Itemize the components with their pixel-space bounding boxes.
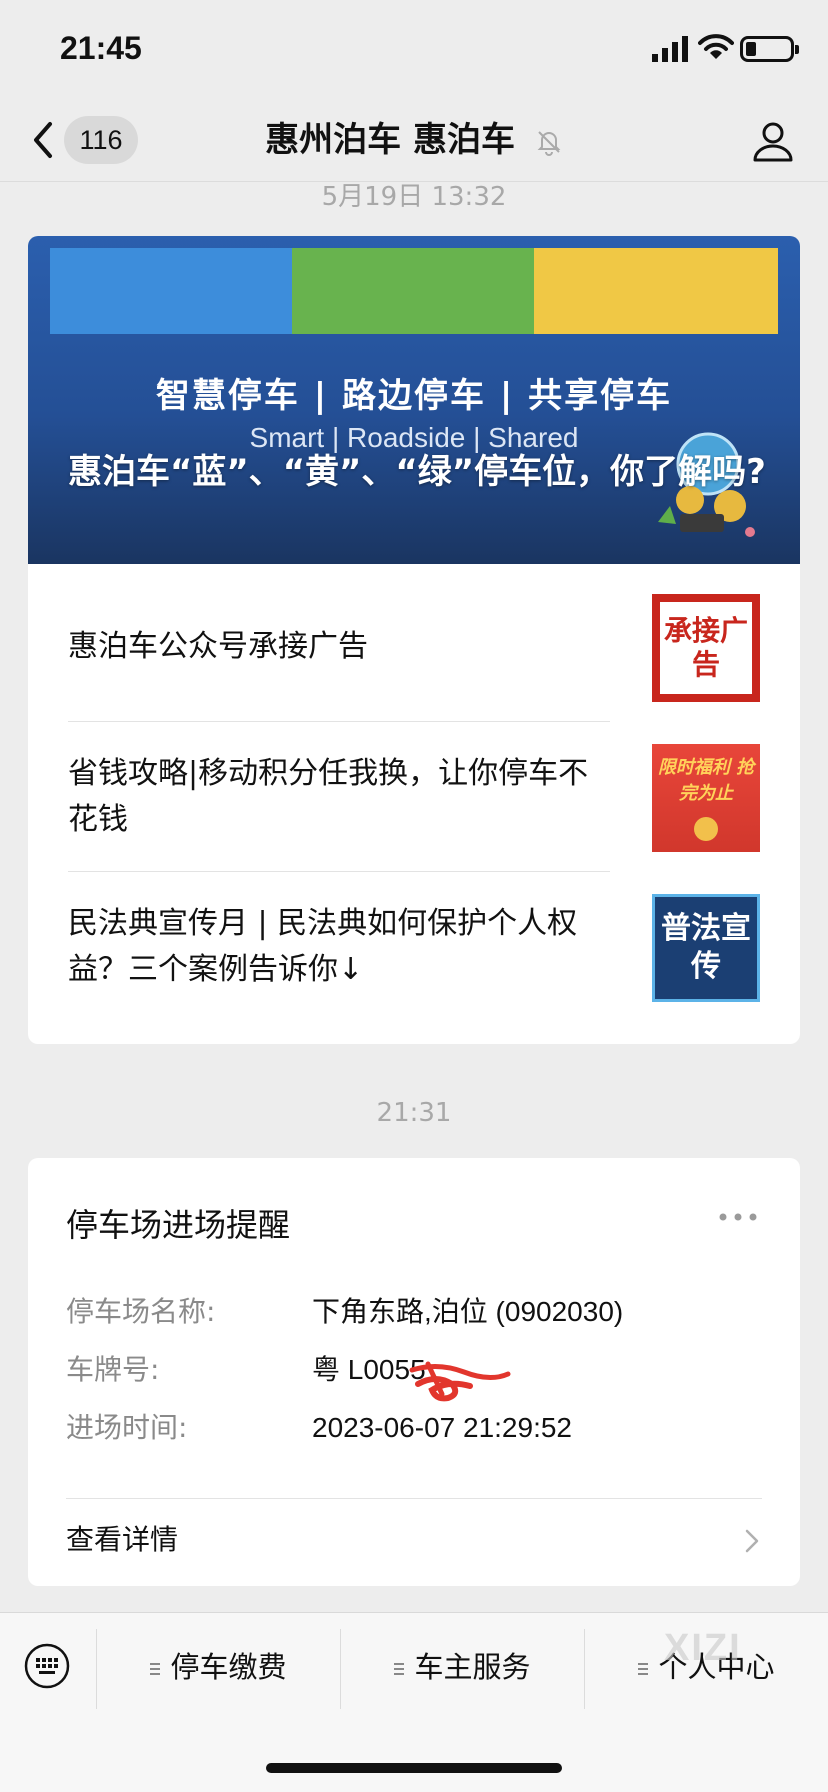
- parking-entry-card[interactable]: 停车场进场提醒 停车场名称: 下角东路,泊位 (0902030) 车牌号: 粤 …: [28, 1158, 800, 1586]
- redaction-scribble: [409, 1361, 511, 1402]
- article-item-title[interactable]: 惠泊车公众号承接广告: [68, 572, 618, 722]
- info-label: 停车场名称:: [66, 1295, 216, 1328]
- message-timestamp: 21:31: [376, 1098, 452, 1128]
- article-card[interactable]: 智慧停车 | 路边停车 | 共享停车 Smart | Roadside | Sh…: [28, 236, 800, 1044]
- article-thumbnail: 承接广告: [652, 594, 760, 702]
- menu-list-icon: [150, 1663, 161, 1675]
- wifi-icon: [698, 34, 734, 59]
- cover-blue-bar: [50, 248, 292, 334]
- article-item-title[interactable]: 民法典宣传月 | 民法典如何保护个人权益？三个案例告诉你↓: [68, 872, 618, 1022]
- cellular-signal-icon: [652, 36, 688, 62]
- message-timestamp: 5月19日 13:32: [321, 182, 507, 212]
- coin-icon: [694, 817, 718, 841]
- thumbnail-text: 普法宣传: [661, 911, 751, 984]
- info-value: 2023-06-07 21:29:52: [312, 1412, 572, 1443]
- menu-item-parking-payment[interactable]: 停车缴费: [97, 1639, 340, 1695]
- menu-item-owner-services[interactable]: 车主服务: [341, 1639, 584, 1695]
- profile-icon[interactable]: [752, 120, 794, 162]
- menu-list-icon: [394, 1663, 405, 1675]
- card-title: 停车场进场提醒: [66, 1206, 291, 1244]
- info-row-lot-name: 停车场名称: 下角东路,泊位 (0902030): [66, 1292, 766, 1332]
- status-time: 21:45: [60, 30, 142, 66]
- article-item[interactable]: 民法典宣传月 | 民法典如何保护个人权益？三个案例告诉你↓ 普法宣传: [68, 872, 760, 1022]
- info-label: 车牌号:: [66, 1353, 160, 1386]
- bottom-menu-bar: 停车缴费 车主服务 个人中心 XIZI: [0, 1612, 828, 1792]
- cover-slogan: 智慧停车 | 路边停车 | 共享停车: [155, 376, 673, 416]
- chat-title-text: 惠州泊车 惠泊车: [265, 120, 515, 160]
- view-details-link[interactable]: 查看详情: [66, 1520, 178, 1560]
- menu-list-icon: [638, 1663, 649, 1675]
- article-cover[interactable]: 智慧停车 | 路边停车 | 共享停车 Smart | Roadside | Sh…: [28, 236, 800, 564]
- keyboard-icon[interactable]: [24, 1643, 70, 1689]
- cover-article-title[interactable]: 惠泊车“蓝”、“黄”、“绿”停车位，你了解吗?: [68, 446, 768, 498]
- chevron-right-icon[interactable]: [744, 1528, 760, 1554]
- chat-title: 惠州泊车 惠泊车: [0, 116, 828, 164]
- thumbnail-text: 限时福利 抢完为止: [657, 757, 755, 804]
- battery-icon: [740, 36, 799, 62]
- cover-yellow-bar: [534, 248, 778, 334]
- info-label: 进场时间:: [66, 1411, 188, 1444]
- status-bar: 21:45: [0, 0, 828, 100]
- info-row-entry-time: 进场时间: 2023-06-07 21:29:52: [66, 1408, 766, 1448]
- more-dots-icon[interactable]: [718, 1212, 758, 1222]
- article-thumbnail: 限时福利 抢完为止: [652, 744, 760, 852]
- cover-green-bar: [292, 248, 534, 334]
- mute-bell-icon: [537, 130, 561, 156]
- article-item[interactable]: 省钱攻略|移动积分任我换，让你停车不花钱 限时福利 抢完为止: [68, 722, 760, 872]
- menu-item-label: 车主服务: [414, 1650, 531, 1684]
- article-item-title[interactable]: 省钱攻略|移动积分任我换，让你停车不花钱: [68, 722, 618, 872]
- info-value: 下角东路,泊位 (0902030): [312, 1296, 624, 1327]
- article-item[interactable]: 惠泊车公众号承接广告 承接广告: [68, 572, 760, 722]
- menu-item-label: 停车缴费: [170, 1650, 287, 1684]
- watermark: XIZI: [664, 1627, 742, 1669]
- divider: [66, 1498, 762, 1499]
- nav-bar: 116 惠州泊车 惠泊车: [0, 100, 828, 182]
- thumbnail-text: 承接广告: [660, 602, 752, 694]
- home-indicator[interactable]: [266, 1763, 562, 1773]
- article-thumbnail: 普法宣传: [652, 894, 760, 1002]
